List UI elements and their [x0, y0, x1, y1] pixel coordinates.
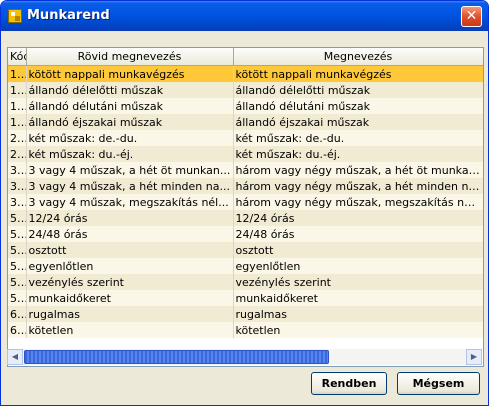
table-row[interactable]: 55 vezénylés szerint vezénylés szerint — [8, 274, 483, 290]
cell-name[interactable]: állandó délutáni műszak — [233, 98, 483, 114]
table-row[interactable]: 35 3 vagy 4 műszak, megszakítás nél... hár… — [8, 194, 483, 210]
cell-short-name[interactable]: rugalmas — [26, 306, 234, 322]
cell-name[interactable]: kötetlen — [233, 322, 483, 338]
cell-name[interactable]: 12/24 órás — [233, 210, 483, 226]
cell-code[interactable]: 55 — [8, 274, 27, 290]
cell-short-name[interactable]: munkaidőkeret — [26, 290, 234, 306]
cell-code[interactable]: 11 — [8, 65, 27, 82]
table-row[interactable]: 32 3 vagy 4 műszak, a hét minden na... hár… — [8, 178, 483, 194]
column-header-name[interactable]: Megnevezés — [233, 48, 483, 66]
cell-code[interactable]: 54 — [8, 258, 27, 274]
table-row[interactable]: 52 24/48 órás 24/48 órás — [8, 226, 483, 242]
cell-name[interactable]: kötött nappali munkavégzés — [233, 65, 483, 82]
table-row[interactable]: 62 kötetlen kötetlen — [8, 322, 483, 338]
close-button[interactable]: ✕ — [461, 6, 482, 27]
cell-name[interactable]: három vagy négy műszak, a hét öt munkan.… — [233, 162, 483, 178]
cell-short-name[interactable]: 24/48 órás — [26, 226, 234, 242]
cell-code[interactable]: 35 — [8, 194, 27, 210]
column-header-short-name[interactable]: Rövid megnevezés — [26, 48, 234, 66]
cell-code[interactable]: 13 — [8, 98, 27, 114]
cell-code[interactable]: 51 — [8, 210, 27, 226]
arrow-left-icon: ◀ — [11, 352, 19, 361]
cell-code[interactable]: 62 — [8, 322, 27, 338]
cell-name[interactable]: állandó éjszakai műszak — [233, 114, 483, 130]
scroll-right-button[interactable]: ▶ — [466, 349, 482, 365]
table-scrollpane: Kód Rövid megnevezés Megnevezés 11kötött… — [7, 47, 484, 367]
cancel-button[interactable]: Mégsem — [397, 372, 480, 395]
cell-short-name[interactable]: kötetlen — [26, 322, 234, 338]
cell-code[interactable]: 14 — [8, 114, 27, 130]
table-row[interactable]: 53 osztott osztott — [8, 242, 483, 258]
cell-name[interactable]: állandó délelőtti műszak — [233, 82, 483, 98]
cell-short-name[interactable]: egyenlőtlen — [26, 258, 234, 274]
dialog-window: Munkarend ✕ Kód Rövid megnevezés Megneve… — [0, 0, 489, 406]
cell-short-name[interactable]: állandó délelőtti műszak — [26, 82, 234, 98]
cell-code[interactable]: 56 — [8, 290, 27, 306]
cell-name[interactable]: rugalmas — [233, 306, 483, 322]
cell-short-name[interactable]: 3 vagy 4 műszak, a hét öt munkan... — [26, 162, 234, 178]
scroll-left-button[interactable]: ◀ — [7, 349, 23, 365]
cell-short-name[interactable]: 12/24 órás — [26, 210, 234, 226]
table-row[interactable]: 61 rugalmas rugalmas — [8, 306, 483, 322]
table-row[interactable]: 11 kötött nappali munkavégzés kötött nappa… — [8, 65, 483, 82]
cell-short-name[interactable]: vezénylés szerint — [26, 274, 234, 290]
cell-name[interactable]: három vagy négy műszak, megszakítás nél.… — [233, 194, 483, 210]
table-row[interactable]: 13 állandó délutáni műszak állandó délután… — [8, 98, 483, 114]
table-row[interactable]: 14 állandó éjszakai műszak állandó éjszaka… — [8, 114, 483, 130]
cell-code[interactable]: 53 — [8, 242, 27, 258]
app-icon — [8, 9, 22, 23]
table-row[interactable]: 12 állandó délelőtti műszak állandó délelő… — [8, 82, 483, 98]
table-row[interactable]: 22 két műszak: du.-éj. két műszak: du.-éj. — [8, 146, 483, 162]
cell-code[interactable]: 31 — [8, 162, 27, 178]
cell-name[interactable]: munkaidőkeret — [233, 290, 483, 306]
cell-short-name[interactable]: osztott — [26, 242, 234, 258]
cell-short-name[interactable]: kötött nappali munkavégzés — [26, 65, 234, 82]
cell-code[interactable]: 21 — [8, 130, 27, 146]
table-header: Kód Rövid megnevezés Megnevezés — [8, 48, 483, 66]
cell-code[interactable]: 32 — [8, 178, 27, 194]
cell-name[interactable]: egyenlőtlen — [233, 258, 483, 274]
cell-short-name[interactable]: állandó éjszakai műszak — [26, 114, 234, 130]
cell-short-name[interactable]: 3 vagy 4 műszak, megszakítás nél... — [26, 194, 234, 210]
cell-name[interactable]: osztott — [233, 242, 483, 258]
window-title: Munkarend — [27, 8, 110, 23]
shift-table: Kód Rövid megnevezés Megnevezés 11kötött… — [8, 48, 483, 338]
cell-name[interactable]: vezénylés szerint — [233, 274, 483, 290]
scrollbar-thumb[interactable] — [24, 350, 329, 364]
table-row[interactable]: 56 munkaidőkeret munkaidőkeret — [8, 290, 483, 306]
cell-code[interactable]: 22 — [8, 146, 27, 162]
arrow-right-icon: ▶ — [470, 352, 478, 361]
column-header-code[interactable]: Kód — [8, 48, 27, 66]
title-bar[interactable]: Munkarend ✕ — [1, 1, 488, 31]
cell-short-name[interactable]: 3 vagy 4 műszak, a hét minden na... — [26, 178, 234, 194]
cell-code[interactable]: 61 — [8, 306, 27, 322]
cell-code[interactable]: 12 — [8, 82, 27, 98]
cell-short-name[interactable]: két műszak: de.-du. — [26, 130, 234, 146]
horizontal-scrollbar[interactable]: ◀ ▶ — [7, 349, 482, 365]
cell-name[interactable]: három vagy négy műszak, a hét minden na.… — [233, 178, 483, 194]
table-row[interactable]: 21 két műszak: de.-du. két műszak: de.-du. — [8, 130, 483, 146]
cell-name[interactable]: két műszak: du.-éj. — [233, 146, 483, 162]
cell-code[interactable]: 52 — [8, 226, 27, 242]
ok-button[interactable]: Rendben — [311, 372, 387, 395]
table-row[interactable]: 31 3 vagy 4 műszak, a hét öt munkan... hár… — [8, 162, 483, 178]
table-row[interactable]: 51 12/24 órás 12/24 órás — [8, 210, 483, 226]
cell-name[interactable]: két műszak: de.-du. — [233, 130, 483, 146]
dialog-content: Kód Rövid megnevezés Megnevezés 11kötött… — [5, 31, 484, 401]
close-icon: ✕ — [465, 8, 478, 24]
cell-name[interactable]: 24/48 órás — [233, 226, 483, 242]
cell-short-name[interactable]: állandó délutáni műszak — [26, 98, 234, 114]
cell-short-name[interactable]: két műszak: du.-éj. — [26, 146, 234, 162]
table-row[interactable]: 54 egyenlőtlen egyenlőtlen — [8, 258, 483, 274]
